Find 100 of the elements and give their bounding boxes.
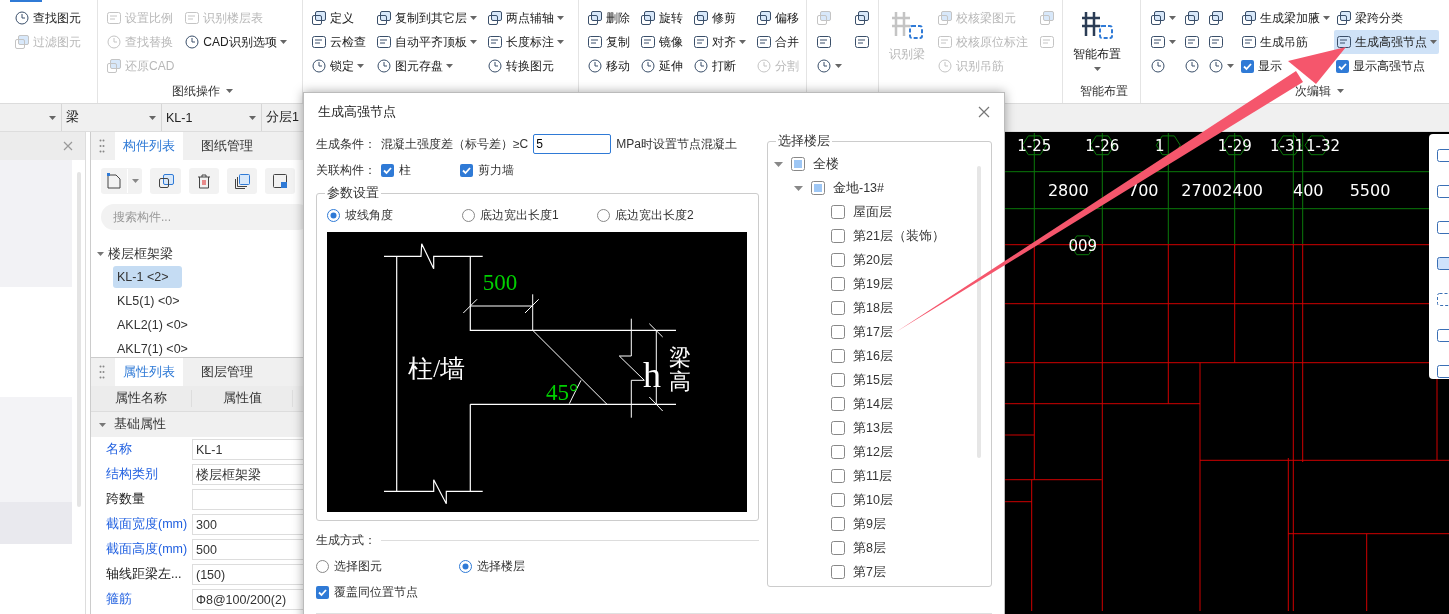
toolbar-button[interactable]: 图元存盘 xyxy=(374,54,479,78)
toolbar-button[interactable]: CAD识别选项 xyxy=(182,30,289,54)
toolbar-button[interactable]: 延伸 xyxy=(638,54,685,78)
checkbox-box[interactable] xyxy=(381,163,394,177)
toolbar-button[interactable]: 镜像 xyxy=(638,30,685,54)
checkbox[interactable]: 覆盖同位置节点 xyxy=(316,583,418,601)
toolbar-button[interactable]: 合并 xyxy=(754,30,801,54)
checkbox-box[interactable] xyxy=(831,421,845,435)
radio-button[interactable]: 坡线角度 xyxy=(327,206,462,224)
toolbar-button[interactable]: 删除 xyxy=(585,6,632,30)
dropdown[interactable]: 梁 xyxy=(62,104,162,131)
toolbar-button[interactable]: 旋转 xyxy=(638,6,685,30)
toolbar-button[interactable]: 打断 xyxy=(691,54,748,78)
toolbar-button[interactable]: 查找图元 xyxy=(12,6,83,30)
toolbar-button[interactable]: 复制 xyxy=(585,30,632,54)
tree-item[interactable]: 第19层 xyxy=(853,275,893,293)
close-icon[interactable] xyxy=(63,141,73,151)
toolbar-button[interactable]: 生成高强节点 xyxy=(1334,30,1439,54)
drag-handle-icon[interactable] xyxy=(99,139,105,153)
selection-icon[interactable] xyxy=(1435,290,1449,308)
toolbar-button[interactable]: 生成梁加腋 xyxy=(1239,6,1332,30)
box-icon[interactable] xyxy=(1435,254,1449,272)
toolbar-button[interactable]: 自动平齐顶板 xyxy=(374,30,479,54)
panel-tab[interactable]: 图层管理 xyxy=(193,358,261,386)
tree-item[interactable]: 第21层（装饰） xyxy=(853,227,945,245)
tree-item[interactable]: 金地-13# xyxy=(833,179,885,197)
toolbar-button[interactable]: 云检查 xyxy=(309,30,368,54)
checkbox-box[interactable] xyxy=(831,445,845,459)
property-value-field[interactable]: 300 xyxy=(192,514,305,535)
toolbar-button[interactable] xyxy=(188,168,219,194)
checkbox-box[interactable] xyxy=(831,253,845,267)
checkbox-box[interactable] xyxy=(1336,59,1349,73)
property-value-field[interactable]: 500 xyxy=(192,539,305,560)
dropdown[interactable]: KL-1 xyxy=(162,104,262,131)
toolbar-button[interactable] xyxy=(264,168,295,194)
checkbox-box[interactable] xyxy=(831,517,845,531)
tree-item[interactable]: 第12层 xyxy=(853,443,893,461)
tree-item[interactable]: 第9层 xyxy=(853,515,886,533)
toolbar-button[interactable]: 生成吊筋 xyxy=(1239,30,1332,54)
radio-circle[interactable] xyxy=(459,559,472,573)
toolbar-button[interactable]: 锁定 xyxy=(309,54,368,78)
tree-item[interactable]: 全楼 xyxy=(813,155,839,173)
expand-arrow-icon[interactable] xyxy=(97,252,104,256)
toolbar-button[interactable]: 两点辅轴 xyxy=(485,6,566,30)
close-icon[interactable] xyxy=(978,106,990,118)
toolbar-button[interactable]: 转换图元 xyxy=(485,54,566,78)
tree-item[interactable]: KL5(1) <0> xyxy=(113,290,184,312)
checkbox-box[interactable] xyxy=(831,205,845,219)
radio-button[interactable]: 选择楼层 xyxy=(459,557,597,575)
radio-circle[interactable] xyxy=(462,208,475,222)
large-toolbar-button[interactable]: 智能布置 xyxy=(1069,6,1125,76)
property-value-field[interactable] xyxy=(192,489,305,510)
checkbox-box[interactable] xyxy=(831,325,845,339)
checkbox-box[interactable] xyxy=(831,565,845,579)
checkbox-box[interactable] xyxy=(831,229,845,243)
property-value-field[interactable]: (150) xyxy=(192,564,305,585)
checkbox-box[interactable] xyxy=(831,301,845,315)
toolbar-button[interactable]: 定义 xyxy=(309,6,368,30)
checkbox-box[interactable] xyxy=(831,397,845,411)
panel-tab[interactable]: 构件列表 xyxy=(115,132,183,160)
input-field[interactable]: 5 xyxy=(533,134,612,154)
checkbox[interactable]: 柱 xyxy=(381,161,455,179)
tree-item[interactable]: 第11层 xyxy=(853,467,892,485)
checkbox-box[interactable] xyxy=(316,585,329,599)
tree-item[interactable]: KL-1 <2> xyxy=(113,266,183,288)
new-button[interactable] xyxy=(101,168,143,194)
box-icon[interactable] xyxy=(1435,218,1449,236)
tree-item[interactable]: AKL2(1) <0> xyxy=(113,314,192,336)
drag-handle-icon[interactable] xyxy=(99,365,105,379)
panel-tab[interactable]: 属性列表 xyxy=(115,358,183,386)
toolbar-button[interactable]: 偏移 xyxy=(754,6,801,30)
toolbar-button[interactable]: 复制到其它层 xyxy=(374,6,479,30)
expand-arrow-icon[interactable] xyxy=(794,185,803,191)
checkbox-box[interactable] xyxy=(791,157,805,171)
tree-item[interactable]: 第7层 xyxy=(853,563,886,581)
toolbar-button[interactable]: 长度标注 xyxy=(485,30,566,54)
checkbox-box[interactable] xyxy=(831,373,845,387)
tree-item[interactable]: 第18层 xyxy=(853,299,893,317)
tree-item[interactable]: 楼层框架梁 xyxy=(108,245,173,263)
toolbar-button[interactable]: 对齐 xyxy=(691,30,748,54)
tree-item[interactable]: AKL7(1) <0> xyxy=(113,338,192,360)
checkbox-box[interactable] xyxy=(1241,59,1254,73)
checkbox-box[interactable] xyxy=(460,163,473,177)
checkbox[interactable]: 显示高强节点 xyxy=(1334,54,1427,78)
checkbox[interactable]: 剪力墙 xyxy=(460,161,534,179)
toolbar-button[interactable] xyxy=(150,168,181,194)
radio-circle[interactable] xyxy=(327,208,340,222)
expand-arrow-icon[interactable] xyxy=(774,161,783,167)
toolbar-button[interactable] xyxy=(226,168,257,194)
radio-button[interactable]: 底边宽出长度1 xyxy=(462,206,597,224)
tree-item[interactable]: 屋面层 xyxy=(853,203,892,221)
tree-item[interactable]: 第13层 xyxy=(853,419,893,437)
tree-item[interactable]: 第10层 xyxy=(853,491,893,509)
panel-tab[interactable]: 图纸管理 xyxy=(193,132,261,160)
property-value-field[interactable]: Φ8@100/200(2) xyxy=(192,589,305,610)
tree-item[interactable]: 第16层 xyxy=(853,347,893,365)
checkbox-box[interactable] xyxy=(811,181,825,195)
tree-item[interactable]: 第15层 xyxy=(853,371,893,389)
property-value-field[interactable]: KL-1 xyxy=(192,439,305,460)
radio-circle[interactable] xyxy=(597,208,610,222)
